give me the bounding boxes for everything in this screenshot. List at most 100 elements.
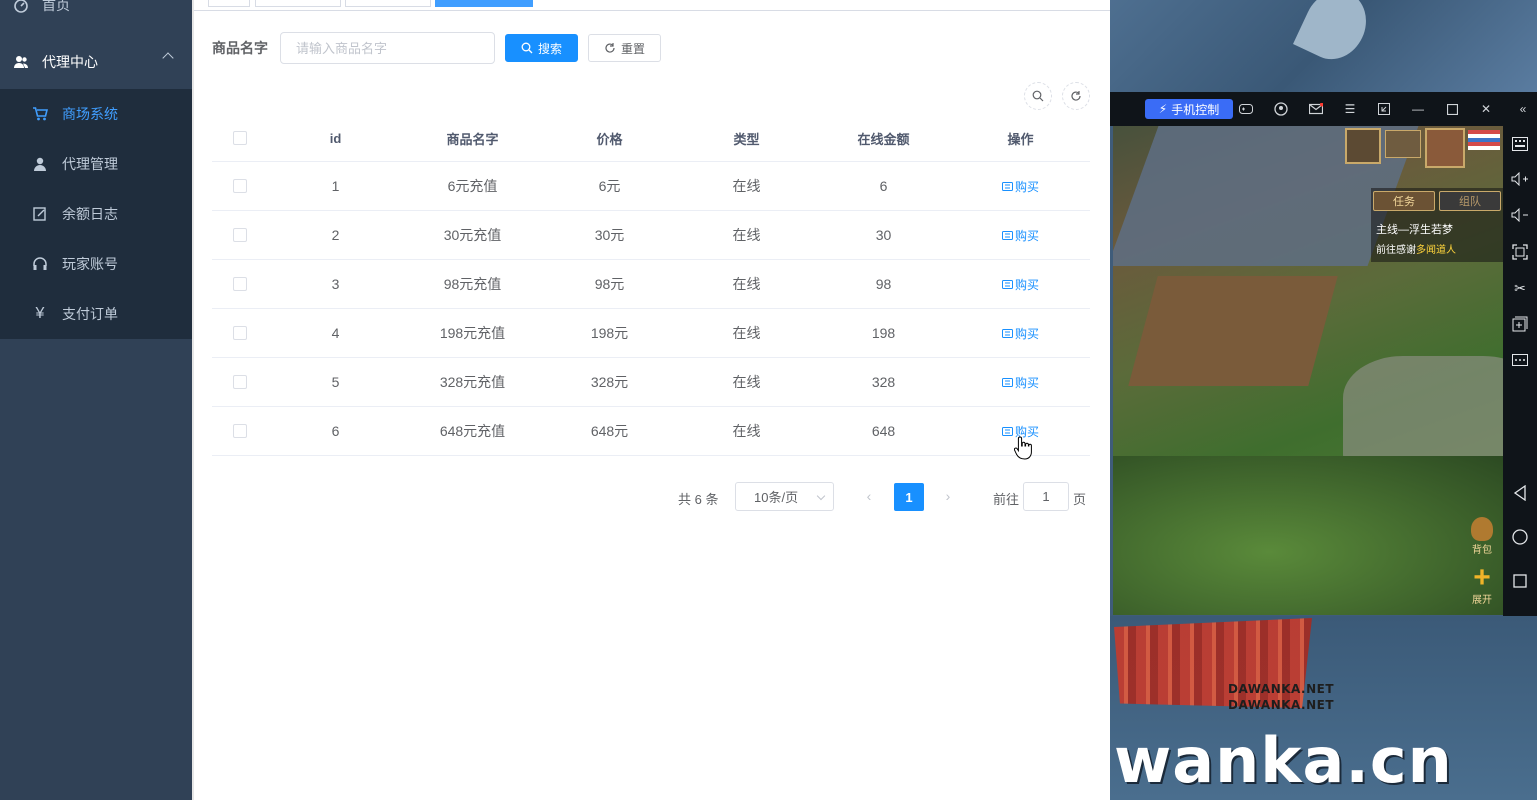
shrink-icon[interactable] bbox=[1376, 101, 1392, 117]
fullscreen-icon[interactable] bbox=[1510, 242, 1530, 262]
account-icon[interactable] bbox=[1273, 101, 1289, 117]
sidebar-item-player-account[interactable]: 玩家账号 bbox=[0, 239, 192, 289]
mail-icon[interactable] bbox=[1308, 101, 1324, 117]
bag-button[interactable]: 背包 bbox=[1463, 512, 1501, 556]
buy-button[interactable]: 购买 bbox=[1001, 276, 1039, 293]
page-size-value: 10条/页 bbox=[754, 490, 799, 505]
sidebar-submenu: 商场系统 代理管理 余额日志 玩家账号 ¥ 支付订单 bbox=[0, 89, 192, 339]
buy-button[interactable]: 购买 bbox=[1001, 374, 1039, 391]
table-header: id 商品名字 价格 类型 在线金额 操作 bbox=[212, 115, 1090, 162]
team-tab-button[interactable]: 组队 bbox=[1439, 191, 1501, 211]
product-table: id 商品名字 价格 类型 在线金额 操作 1 6元充值 6元 在线 6 购买 2 30元充值… bbox=[212, 115, 1090, 456]
phone-control-button[interactable]: ⚡ 手机控制 bbox=[1145, 99, 1233, 119]
expand-label: 展开 bbox=[1472, 595, 1492, 606]
tag-item[interactable] bbox=[255, 0, 341, 7]
back-icon[interactable] bbox=[1510, 483, 1530, 503]
menu-icon[interactable]: ☰ bbox=[1342, 101, 1358, 117]
column-header-name[interactable]: 商品名字 bbox=[404, 129, 541, 148]
game-screen[interactable]: 任务 组队 主线—浮生若梦 前往感谢多闻道人 背包 + 展开 bbox=[1113, 126, 1503, 615]
cell-name: 328元充值 bbox=[439, 374, 506, 390]
column-header-price[interactable]: 价格 bbox=[541, 129, 678, 148]
keyboard-icon[interactable] bbox=[1510, 134, 1530, 154]
game-scene-grass bbox=[1113, 456, 1503, 615]
add-window-icon[interactable] bbox=[1510, 314, 1530, 334]
row-checkbox[interactable] bbox=[232, 228, 247, 242]
pet-avatar[interactable] bbox=[1345, 128, 1381, 164]
table-row: 5 328元充值 328元 在线 328 购买 bbox=[212, 358, 1090, 407]
hand-cursor-icon bbox=[1014, 436, 1032, 460]
status-flag bbox=[1468, 130, 1500, 150]
buy-button[interactable]: 购买 bbox=[1001, 325, 1039, 342]
cell-action: 购买 bbox=[952, 178, 1089, 195]
yen-icon: ¥ bbox=[35, 305, 45, 322]
toggle-search-button[interactable] bbox=[1024, 82, 1052, 110]
goto-label: 前往 bbox=[993, 492, 1020, 507]
buy-button[interactable]: 购买 bbox=[1001, 227, 1039, 244]
volume-up-icon[interactable] bbox=[1510, 169, 1530, 189]
row-checkbox[interactable] bbox=[232, 179, 247, 193]
sidebar-item-label: 代理管理 bbox=[62, 156, 118, 172]
expand-button[interactable]: + 展开 bbox=[1463, 562, 1501, 607]
table-row: 4 198元充值 198元 在线 198 购买 bbox=[212, 309, 1090, 358]
chevron-down-icon bbox=[816, 491, 826, 501]
sidebar-item-mall-system[interactable]: 商场系统 bbox=[0, 89, 192, 139]
tag-item-active[interactable] bbox=[435, 0, 533, 7]
player-avatar[interactable] bbox=[1425, 128, 1465, 168]
tag-item[interactable] bbox=[208, 0, 250, 7]
home-icon[interactable] bbox=[1510, 527, 1530, 547]
minimize-icon[interactable]: — bbox=[1410, 101, 1426, 117]
row-checkbox[interactable] bbox=[232, 424, 247, 438]
goto-page-input[interactable] bbox=[1023, 482, 1069, 511]
refresh-table-button[interactable] bbox=[1062, 82, 1090, 110]
cell-id: 2 bbox=[331, 227, 340, 243]
quest-title: 主线—浮生若梦 bbox=[1376, 224, 1453, 236]
reset-button[interactable]: 重置 bbox=[588, 34, 661, 62]
scissors-icon[interactable]: ✂ bbox=[1510, 278, 1530, 298]
select-all-checkbox[interactable] bbox=[232, 131, 247, 145]
close-icon[interactable]: ✕ bbox=[1478, 101, 1494, 117]
row-checkbox[interactable] bbox=[232, 375, 247, 389]
peoples-icon bbox=[12, 53, 30, 71]
headset-icon bbox=[32, 256, 48, 272]
more-icon[interactable] bbox=[1510, 350, 1530, 370]
row-checkbox[interactable] bbox=[232, 277, 247, 291]
search-icon bbox=[521, 42, 533, 54]
buy-button-label: 购买 bbox=[1014, 326, 1039, 341]
product-name-input[interactable] bbox=[280, 32, 495, 64]
volume-down-icon[interactable] bbox=[1510, 205, 1530, 225]
next-page-button[interactable]: › bbox=[940, 488, 956, 504]
search-button[interactable]: 搜索 bbox=[505, 34, 578, 62]
recents-icon[interactable] bbox=[1510, 571, 1530, 591]
sidebar-item-payment-orders[interactable]: ¥ 支付订单 bbox=[0, 289, 192, 339]
cell-action: 购买 bbox=[952, 276, 1089, 293]
page-number-active[interactable]: 1 bbox=[894, 483, 924, 511]
tag-item[interactable] bbox=[345, 0, 431, 7]
buy-button[interactable]: 购买 bbox=[1001, 178, 1039, 195]
reset-button-label: 重置 bbox=[620, 41, 645, 56]
quest-tab-button[interactable]: 任务 bbox=[1373, 191, 1435, 211]
column-header-amount[interactable]: 在线金额 bbox=[815, 129, 952, 148]
sidebar-item-home[interactable]: 首页 bbox=[0, 0, 192, 30]
ticket-icon bbox=[1001, 377, 1013, 387]
maximize-icon[interactable] bbox=[1444, 101, 1460, 117]
sidebar: 首页 代理中心 商场系统 代理管理 余额日志 玩家账号 ¥ 支付订单 bbox=[0, 0, 192, 800]
search-icon bbox=[1032, 90, 1044, 102]
buy-button-label: 购买 bbox=[1014, 375, 1039, 390]
sidebar-item-balance-log[interactable]: 余额日志 bbox=[0, 189, 192, 239]
quest-desc-prefix: 前往感谢 bbox=[1376, 245, 1416, 256]
column-header-type[interactable]: 类型 bbox=[678, 129, 815, 148]
cell-type: 在线 bbox=[732, 276, 761, 292]
quest-panel[interactable]: 任务 组队 主线—浮生若梦 前往感谢多闻道人 bbox=[1371, 188, 1503, 262]
page-size-select[interactable]: 10条/页 bbox=[735, 482, 834, 511]
column-header-id[interactable]: id bbox=[267, 131, 404, 146]
emulator-window: ⚡ 手机控制 ☰ — ✕ « 任务 组队 主线—浮生若梦 前往感谢多闻道人 背包… bbox=[1110, 0, 1537, 800]
select-cell bbox=[212, 228, 267, 242]
prev-page-button[interactable]: ‹ bbox=[861, 488, 877, 504]
collapse-sidebar-icon[interactable]: « bbox=[1515, 101, 1531, 117]
row-checkbox[interactable] bbox=[232, 326, 247, 340]
sidebar-group-agent-center[interactable]: 代理中心 bbox=[0, 37, 192, 87]
main-panel: 商品名字 搜索 重置 id 商品名字 价格 类型 在线金额 操作 1 6元充值 6元… bbox=[192, 0, 1110, 800]
sidebar-item-label: 余额日志 bbox=[62, 206, 118, 222]
gamepad-icon[interactable] bbox=[1238, 101, 1254, 117]
sidebar-item-agent-management[interactable]: 代理管理 bbox=[0, 139, 192, 189]
